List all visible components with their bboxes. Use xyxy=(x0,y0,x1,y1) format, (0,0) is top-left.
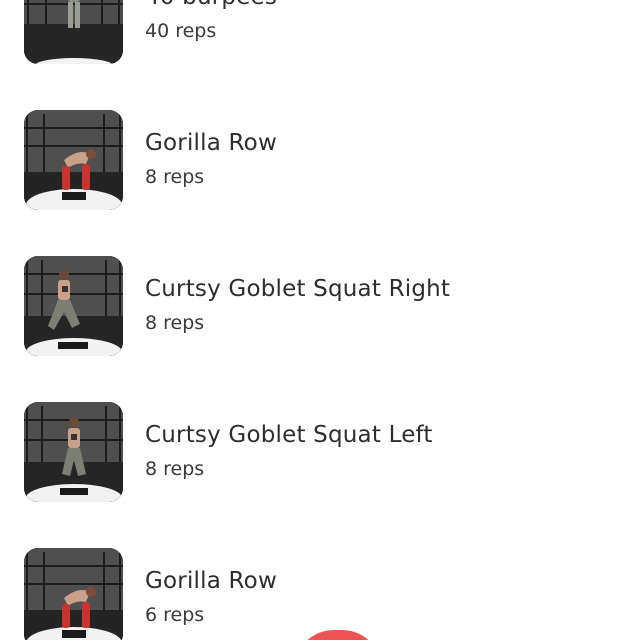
exercise-name: 40 burpees xyxy=(145,0,277,10)
exercise-thumbnail xyxy=(24,0,123,64)
exercise-thumbnail xyxy=(24,110,123,210)
exercise-row[interactable]: Curtsy Goblet Squat Right 8 reps xyxy=(0,256,640,356)
exercise-name: Curtsy Goblet Squat Right xyxy=(145,276,451,302)
exercise-reps: 6 reps xyxy=(145,604,205,626)
exercise-thumbnail xyxy=(24,402,123,502)
exercise-reps: 8 reps xyxy=(145,166,205,188)
exercise-row[interactable]: Gorilla Row 8 reps xyxy=(0,110,640,210)
exercise-name: Curtsy Goblet Squat Left xyxy=(145,422,433,448)
exercise-thumbnail xyxy=(24,256,123,356)
exercise-row[interactable]: Gorilla Row 6 reps xyxy=(0,548,640,640)
exercise-list: 40 burpees 40 reps Gorilla xyxy=(0,0,640,640)
exercise-reps: 40 reps xyxy=(145,20,217,42)
exercise-reps: 8 reps xyxy=(145,458,205,480)
exercise-thumbnail xyxy=(24,548,123,640)
exercise-row[interactable]: Curtsy Goblet Squat Left 8 reps xyxy=(0,402,640,502)
exercise-reps: 8 reps xyxy=(145,312,205,334)
exercise-name: Gorilla Row xyxy=(145,130,277,156)
exercise-row[interactable]: 40 burpees 40 reps xyxy=(0,0,640,64)
exercise-name: Gorilla Row xyxy=(145,568,277,594)
